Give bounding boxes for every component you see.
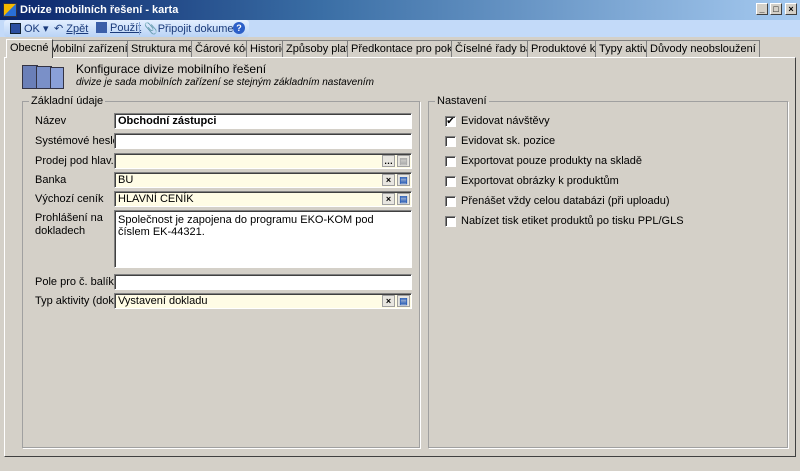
checkbox-label: Přenášet vždy celou databázi (při upload…	[461, 195, 670, 207]
header-subtitle: divize je sada mobilních zařízení se ste…	[76, 77, 374, 88]
bank-label: Banka	[35, 174, 67, 186]
declaration-label: Prohlášení na dokladech	[35, 212, 103, 237]
checkbox-label: Nabízet tisk etiket produktů po tisku PP…	[461, 215, 684, 227]
lookup-icon[interactable]: ▤	[397, 295, 410, 307]
activity-type-input[interactable]: Vystavení dokladu × ▤	[114, 293, 412, 309]
header-title: Konfigurace divize mobilního řešení	[76, 62, 267, 76]
help-icon[interactable]: ?	[233, 22, 245, 34]
undo-icon: ↶	[54, 23, 67, 35]
price-list-input[interactable]: HLAVNÍ CENÍK × ▤	[114, 191, 412, 207]
app-icon	[3, 3, 17, 17]
maximize-button[interactable]: □	[770, 3, 782, 15]
checkbox[interactable]	[445, 136, 456, 147]
apply-button[interactable]: Použít	[96, 22, 141, 34]
save-icon	[10, 23, 21, 34]
minimize-button[interactable]: _	[756, 3, 768, 15]
tab-duvody-neobslouzeni[interactable]: Důvody neobsloužení	[646, 40, 760, 57]
tab-strip: Obecné Mobilní zařízení PDA Struktura me…	[6, 39, 796, 58]
ok-button[interactable]: OK ▾	[10, 22, 48, 35]
checkbox[interactable]	[445, 176, 456, 187]
lookup-icon[interactable]: ▤	[397, 174, 410, 186]
clear-icon[interactable]: ×	[382, 193, 395, 205]
tab-obecne[interactable]: Obecné	[6, 39, 53, 58]
checkbox[interactable]	[445, 196, 456, 207]
name-input[interactable]: Obchodní zástupci	[114, 113, 412, 129]
basic-info-legend: Základní údaje	[29, 95, 106, 107]
window-title: Divize mobilních řešení - karta	[20, 4, 179, 16]
paperclip-icon: 📎	[144, 23, 158, 35]
settings-group: Nastavení	[428, 95, 788, 448]
title-bar: Divize mobilních řešení - karta _ □ ×	[0, 0, 800, 20]
lookup-icon[interactable]: ▤	[397, 155, 410, 167]
pda-devices-icon	[22, 63, 68, 89]
checkbox[interactable]	[445, 156, 456, 167]
package-field-label: Pole pro č. balíků	[35, 276, 120, 288]
close-button[interactable]: ×	[785, 3, 797, 15]
checkbox-label: Exportovat pouze produkty na skladě	[461, 155, 643, 167]
settings-legend: Nastavení	[435, 95, 489, 107]
activity-type-label: Typ aktivity (dokl.)	[35, 295, 124, 307]
checkbox-label: Evidovat sk. pozice	[461, 135, 556, 147]
declaration-textarea[interactable]: Společnost je zapojena do programu EKO-K…	[114, 210, 412, 268]
sales-label: Prodej pod hlav.	[35, 155, 114, 167]
clear-icon[interactable]: ×	[382, 295, 395, 307]
lookup-icon[interactable]: ▤	[397, 193, 410, 205]
bank-input[interactable]: BU × ▤	[114, 172, 412, 188]
apply-icon	[96, 22, 107, 33]
checkbox[interactable]	[445, 216, 456, 227]
package-field-input[interactable]	[114, 274, 412, 290]
sales-input[interactable]: … ▤	[114, 153, 412, 169]
clear-icon[interactable]: ×	[382, 174, 395, 186]
checkbox[interactable]: ✔	[445, 116, 456, 127]
system-password-label: Systémové heslo	[35, 135, 119, 147]
price-list-label: Výchozí ceník	[35, 193, 104, 205]
checkbox-label: Exportovat obrázky k produktům	[461, 175, 619, 187]
back-button[interactable]: ↶ Zpět	[54, 22, 88, 35]
attach-document-button[interactable]: 📎Připojit dokument	[144, 22, 243, 35]
system-password-input[interactable]	[114, 133, 412, 149]
ellipsis-button[interactable]: …	[382, 155, 395, 167]
checkbox-label: Evidovat návštěvy	[461, 115, 550, 127]
toolbar: OK ▾ ↶ Zpět Použít 📎Připojit dokument ?	[0, 20, 800, 37]
name-label: Název	[35, 115, 67, 127]
